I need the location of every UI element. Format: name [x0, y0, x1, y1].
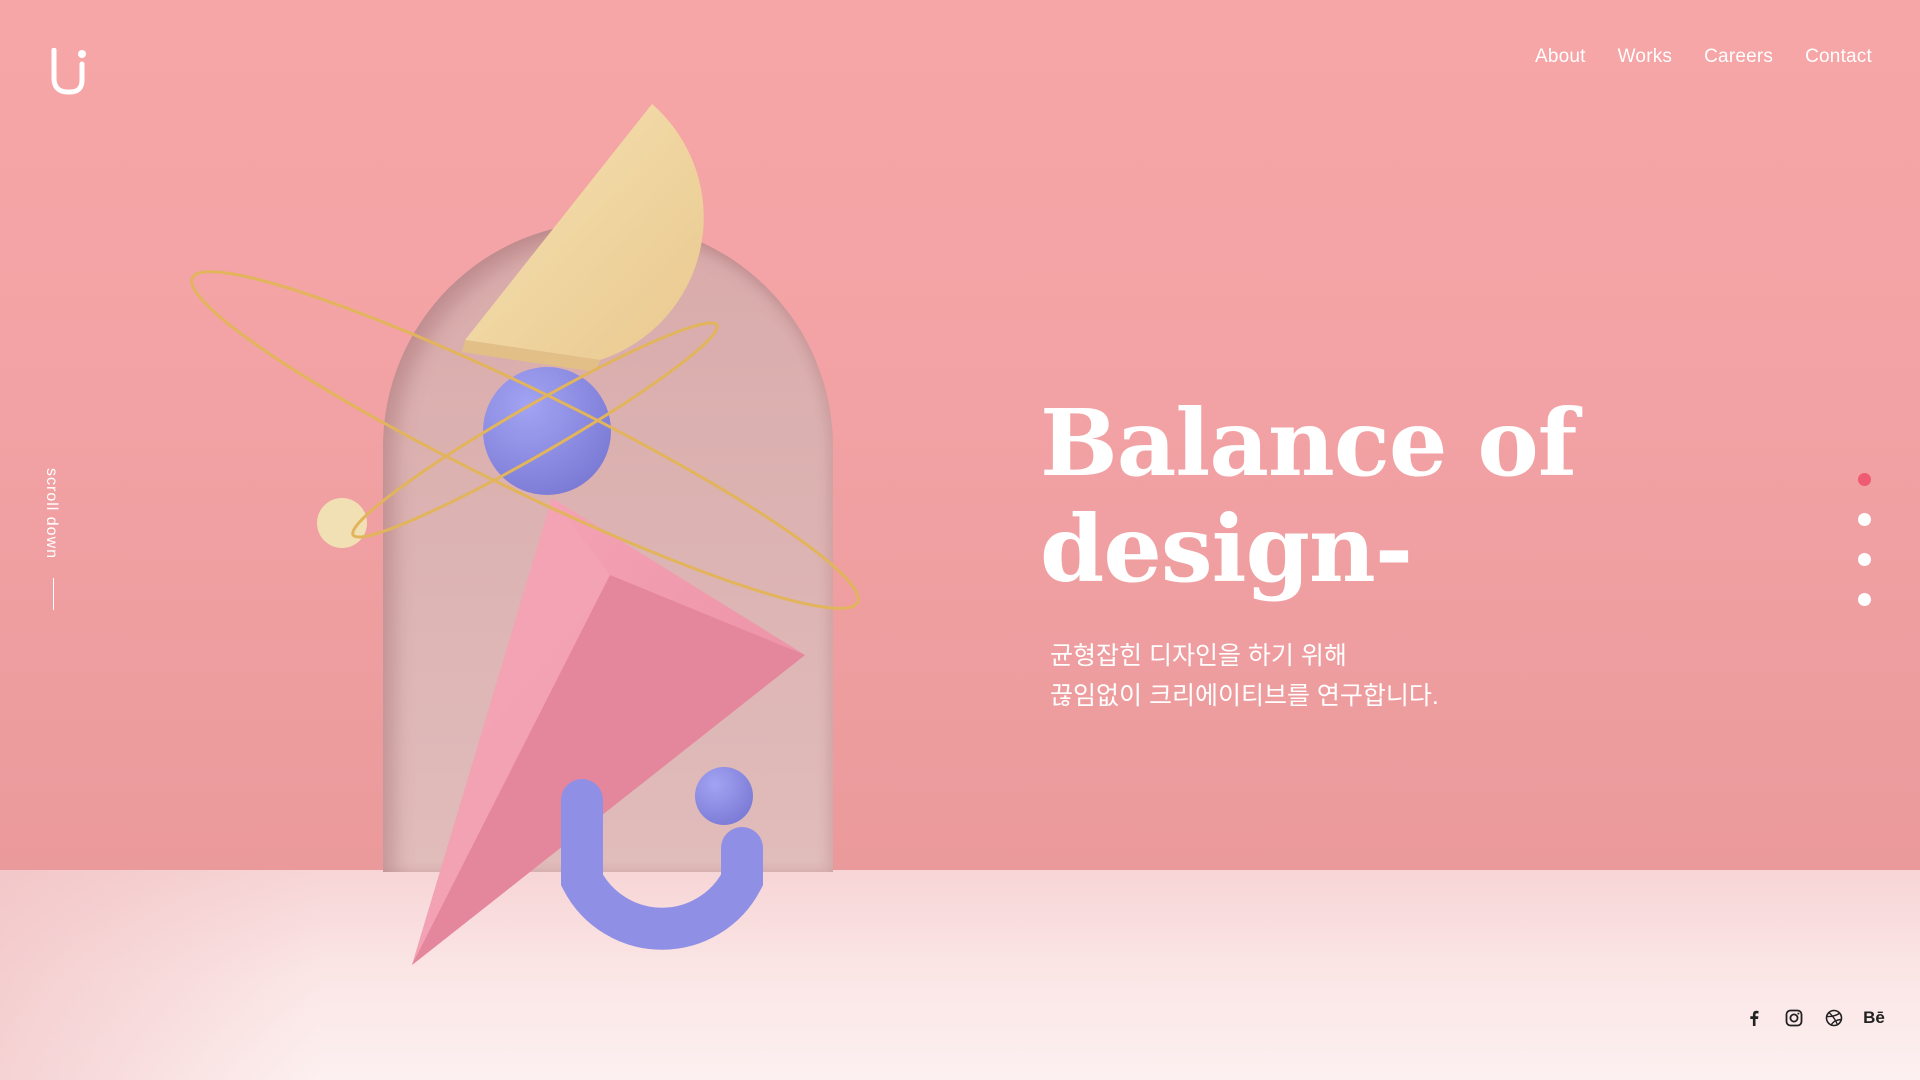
social-links: Bē	[1744, 1008, 1885, 1028]
nav-works-link[interactable]: Works	[1618, 46, 1672, 68]
nav-about-link[interactable]: About	[1535, 46, 1586, 68]
behance-glyph: Bē	[1863, 1008, 1885, 1027]
pagination-dot-4[interactable]	[1858, 593, 1871, 606]
pagination-dot-1[interactable]	[1858, 473, 1871, 486]
scroll-down-line	[53, 578, 54, 610]
nav-contact-link[interactable]: Contact	[1805, 46, 1872, 68]
hero-headline: Balance of design-	[1040, 389, 1577, 603]
slide-pagination	[1858, 473, 1871, 633]
hero-subtitle-line2: 끊임없이 크리에이티브를 연구합니다.	[1050, 682, 1439, 710]
purple-small-ball	[695, 767, 753, 825]
main-navigation: About Works Careers Contact	[1535, 46, 1872, 68]
facebook-icon[interactable]	[1744, 1008, 1764, 1028]
scroll-down-label[interactable]: scroll down	[42, 468, 60, 559]
pagination-dot-2[interactable]	[1858, 513, 1871, 526]
behance-icon[interactable]: Bē	[1863, 1008, 1885, 1028]
hero-headline-line2: design-	[1040, 495, 1413, 603]
ui-logo-icon[interactable]	[48, 47, 94, 96]
dribbble-icon[interactable]	[1824, 1008, 1844, 1028]
hero-subtitle-line1: 균형잡힌 디자인을 하기 위해	[1050, 642, 1347, 670]
hero-subtitle: 균형잡힌 디자인을 하기 위해 끊임없이 크리에이티브를 연구합니다.	[1050, 636, 1439, 716]
pagination-dot-3[interactable]	[1858, 553, 1871, 566]
hero-headline-line1: Balance of	[1040, 389, 1577, 497]
nav-careers-link[interactable]: Careers	[1704, 46, 1773, 68]
hero-sculpture-illustration	[190, 104, 860, 965]
half-disc-shape	[465, 104, 704, 360]
instagram-icon[interactable]	[1784, 1008, 1804, 1028]
